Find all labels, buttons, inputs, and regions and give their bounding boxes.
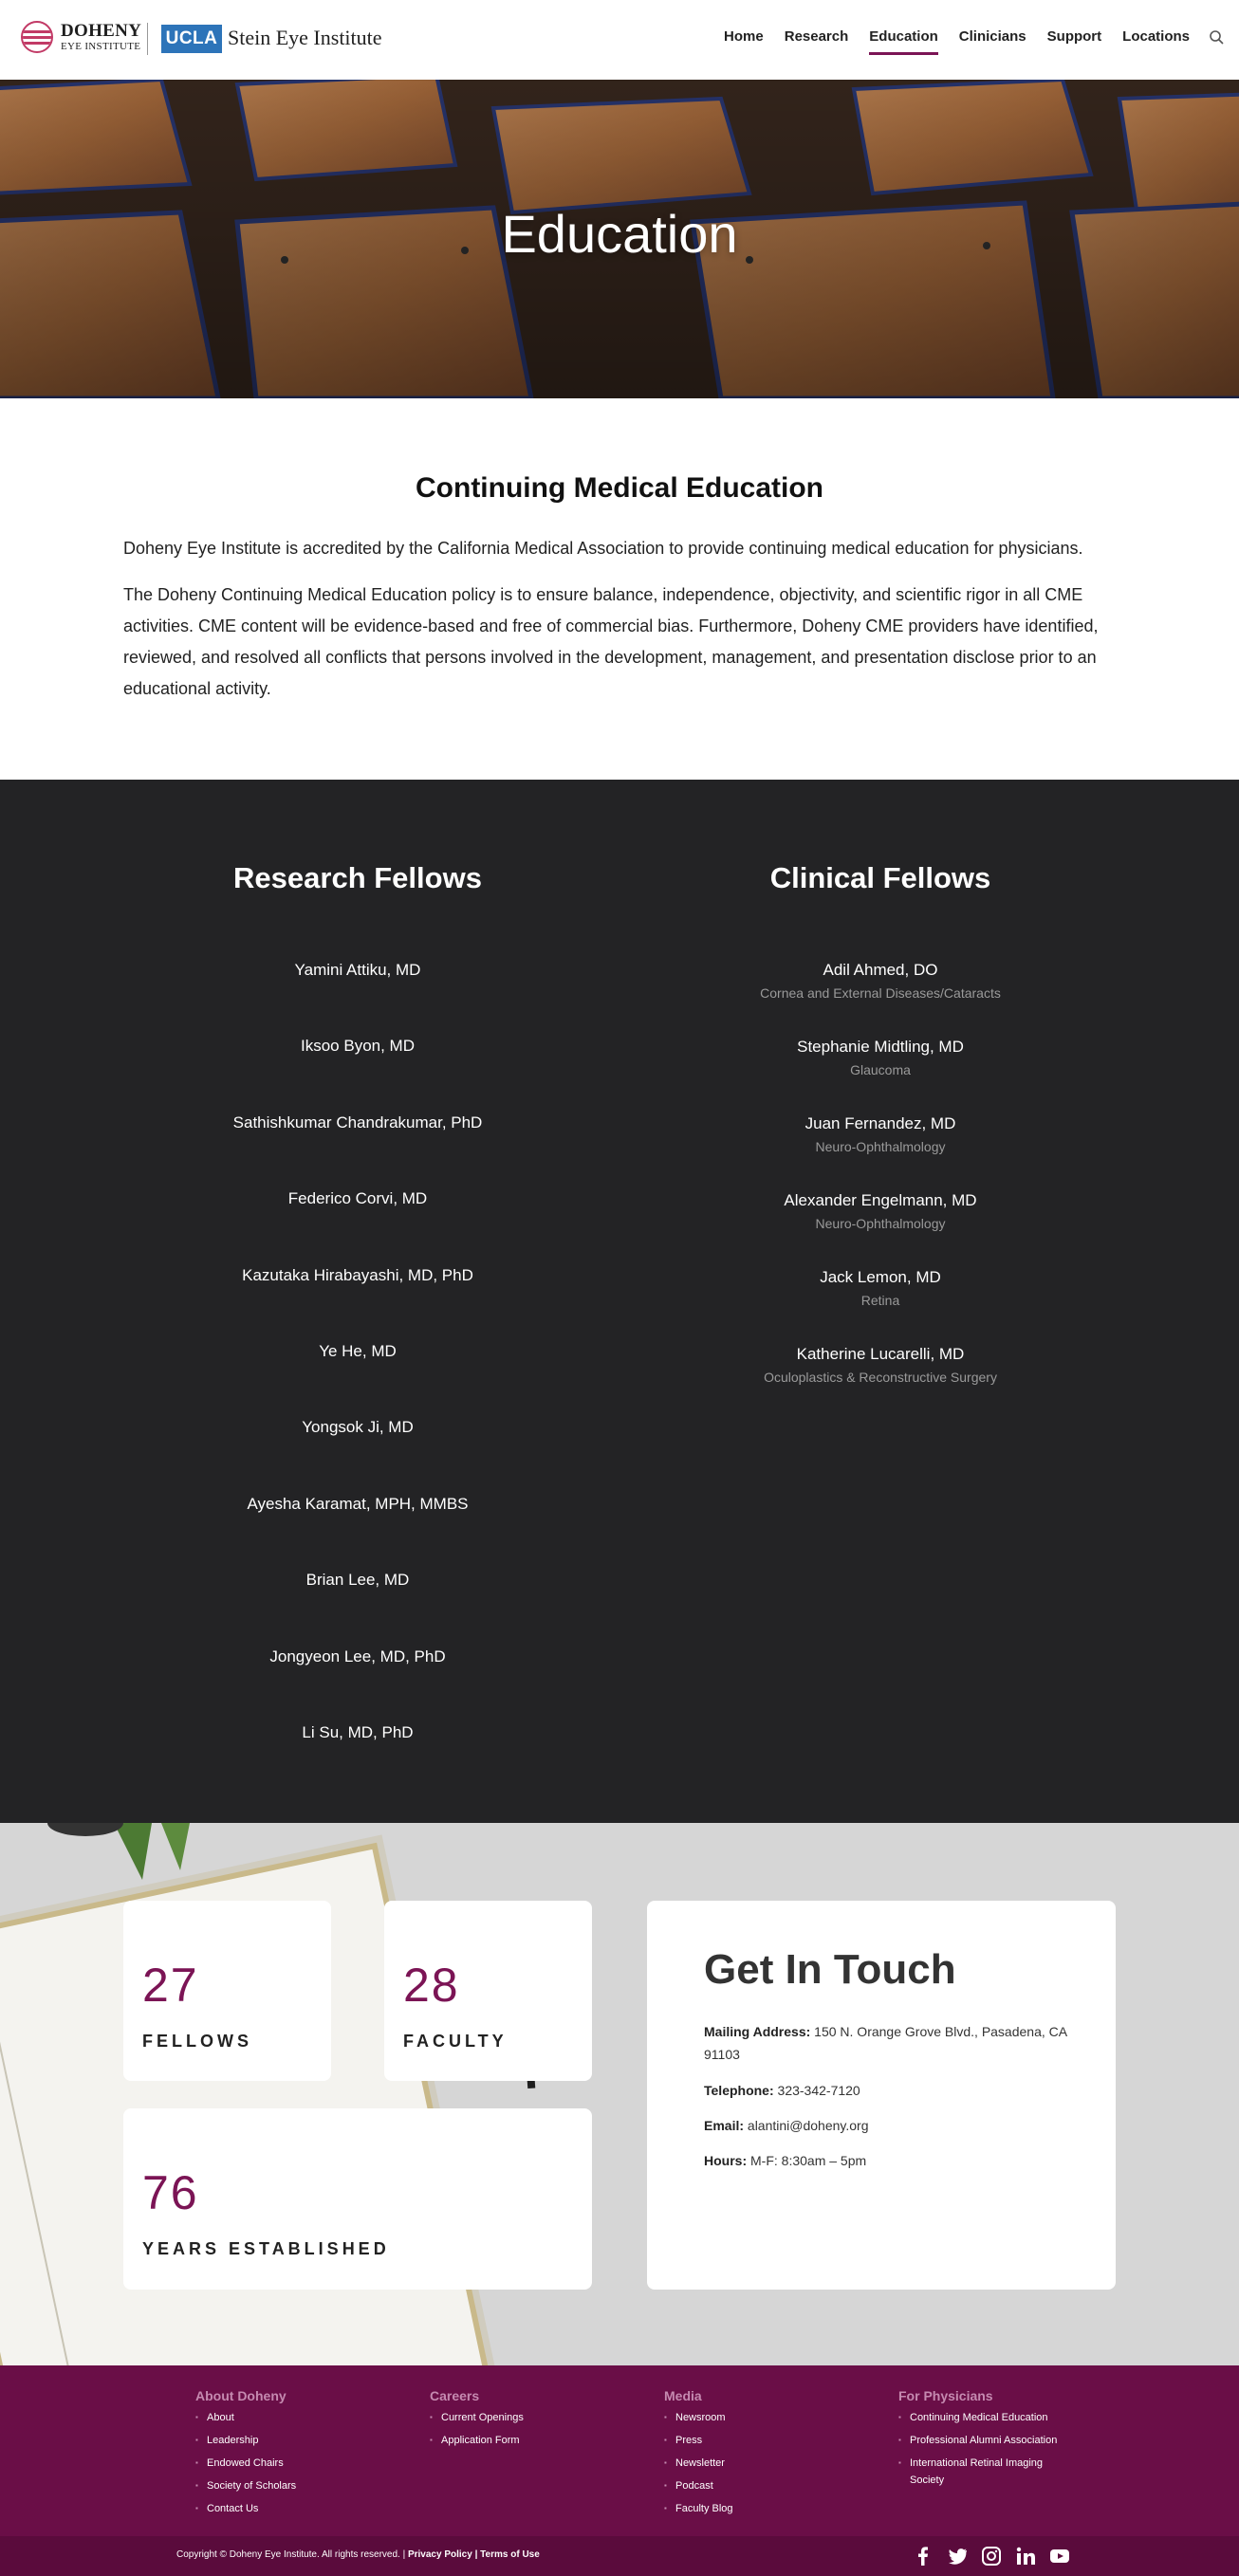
stat-card-fellows: 27 FELLOWS bbox=[123, 1901, 331, 2081]
fellows-section: Research Fellows Yamini Attiku, MD Iksoo… bbox=[0, 780, 1239, 1823]
clinical-fellow: Juan Fernandez, MD Neuro-Ophthalmology bbox=[804, 1114, 956, 1154]
clinical-fellow: Jack Lemon, MD Retina bbox=[820, 1268, 941, 1308]
stat-card-years: 76 YEARS ESTABLISHED bbox=[123, 2108, 592, 2290]
cme-section: Continuing Medical Education Doheny Eye … bbox=[0, 398, 1239, 780]
logo-line2: EYE INSTITUTE bbox=[61, 41, 141, 52]
site-header: DOHENY EYE INSTITUTE UCLA Stein Eye Inst… bbox=[0, 0, 1239, 80]
cme-paragraph-2: The Doheny Continuing Medical Education … bbox=[123, 585, 1099, 698]
research-fellow: Yamini Attiku, MD bbox=[294, 961, 421, 979]
ucla-logo[interactable]: UCLA bbox=[161, 25, 222, 53]
stat-card-faculty: 28 FACULTY bbox=[384, 1901, 592, 2081]
social-links bbox=[899, 2546, 1070, 2567]
logo-line1: DOHENY bbox=[61, 21, 142, 41]
research-fellow: Kazutaka Hirabayashi, MD, PhD bbox=[242, 1266, 473, 1284]
research-fellow: Ye He, MD bbox=[319, 1342, 397, 1360]
nav-locations[interactable]: Locations bbox=[1122, 28, 1190, 57]
footer-heading: Media bbox=[664, 2388, 702, 2403]
clinical-fellows-title: Clinical Fellows bbox=[769, 861, 991, 894]
footer-column-physicians: For Physicians Continuing Medical Educat… bbox=[898, 2388, 1060, 2489]
footer-link[interactable]: Contact Us bbox=[195, 2500, 385, 2517]
logo-divider bbox=[147, 23, 148, 55]
cme-paragraph-1: Doheny Eye Institute is accredited by th… bbox=[123, 539, 1083, 558]
footer-link[interactable]: Society of Scholars bbox=[195, 2477, 385, 2494]
footer-column-careers: Careers Current Openings Application For… bbox=[430, 2388, 620, 2449]
stat-faculty-number: 28 bbox=[403, 1959, 460, 2012]
youtube-icon[interactable] bbox=[1049, 2546, 1070, 2567]
stein-eye-logo-text[interactable]: Stein Eye Institute bbox=[228, 26, 382, 50]
clinical-fellow: Alexander Engelmann, MD Neuro-Ophthalmol… bbox=[784, 1191, 977, 1231]
footer-heading: For Physicians bbox=[898, 2388, 993, 2403]
stat-fellows-label: FELLOWS bbox=[142, 2032, 252, 2051]
footer-heading: About Doheny bbox=[195, 2388, 287, 2403]
footer-bottom-bar: Copyright © Doheny Eye Institute. All ri… bbox=[0, 2536, 1239, 2576]
research-fellow: Brian Lee, MD bbox=[305, 1571, 410, 1589]
privacy-policy-link[interactable]: Privacy Policy bbox=[408, 2549, 472, 2560]
nav-home[interactable]: Home bbox=[724, 28, 764, 57]
stats-contact-section: 27 FELLOWS 28 FACULTY 76 YEARS ESTABLISH… bbox=[0, 1823, 1239, 2365]
cme-title: Continuing Medical Education bbox=[416, 472, 823, 504]
mailing-address: Mailing Address: 150 N. Orange Grove Blv… bbox=[704, 2024, 1067, 2062]
footer-link[interactable]: Newsroom bbox=[664, 2409, 854, 2426]
terms-of-use-link[interactable]: Terms of Use bbox=[480, 2549, 540, 2560]
nav-support[interactable]: Support bbox=[1047, 28, 1102, 57]
facebook-icon[interactable] bbox=[913, 2546, 934, 2567]
nav-clinicians[interactable]: Clinicians bbox=[959, 28, 1026, 57]
footer-link[interactable]: Podcast bbox=[664, 2477, 854, 2494]
footer-link[interactable]: Application Form bbox=[430, 2432, 620, 2449]
doheny-logo-mark bbox=[21, 21, 53, 53]
stat-years-label: YEARS ESTABLISHED bbox=[142, 2239, 390, 2258]
footer-link[interactable]: Continuing Medical Education bbox=[898, 2409, 1060, 2426]
instagram-icon[interactable] bbox=[981, 2546, 1002, 2567]
footer-column-media: Media Newsroom Press Newsletter Podcast … bbox=[664, 2388, 854, 2517]
stat-years-number: 76 bbox=[142, 2166, 199, 2219]
email: Email: alantini@doheny.org bbox=[704, 2118, 869, 2133]
stat-fellows-number: 27 bbox=[142, 1959, 199, 2012]
linkedin-icon[interactable] bbox=[1015, 2546, 1036, 2567]
research-fellow: Ayesha Karamat, MPH, MMBS bbox=[247, 1495, 469, 1513]
footer-link[interactable]: International Retinal Imaging Society bbox=[898, 2455, 1060, 2489]
doheny-logo[interactable]: DOHENY EYE INSTITUTE bbox=[21, 21, 141, 53]
telephone: Telephone: 323-342-7120 bbox=[704, 2083, 860, 2098]
page-title: Education bbox=[501, 204, 738, 264]
footer-link[interactable]: Professional Alumni Association bbox=[898, 2432, 1060, 2449]
stat-faculty-label: FACULTY bbox=[403, 2032, 508, 2051]
clinical-fellow: Katherine Lucarelli, MD Oculoplastics & … bbox=[764, 1345, 997, 1385]
contact-card: Get In Touch Mailing Address: 150 N. Ora… bbox=[647, 1901, 1116, 2290]
footer-link[interactable]: Leadership bbox=[195, 2432, 385, 2449]
research-fellow: Federico Corvi, MD bbox=[287, 1189, 428, 1207]
copyright: Copyright © Doheny Eye Institute. All ri… bbox=[176, 2549, 540, 2560]
research-fellow: Li Su, MD, PhD bbox=[302, 1723, 414, 1741]
nav-education[interactable]: Education bbox=[869, 28, 938, 57]
twitter-icon[interactable] bbox=[947, 2546, 968, 2567]
footer-heading: Careers bbox=[430, 2388, 480, 2403]
footer-link[interactable]: Endowed Chairs bbox=[195, 2455, 385, 2472]
footer-link[interactable]: Faculty Blog bbox=[664, 2500, 854, 2517]
footer-column-about: About Doheny About Leadership Endowed Ch… bbox=[195, 2388, 385, 2517]
research-fellows-title: Research Fellows bbox=[233, 861, 482, 894]
research-fellow: Iksoo Byon, MD bbox=[301, 1037, 415, 1055]
hours: Hours: M-F: 8:30am – 5pm bbox=[704, 2153, 867, 2168]
research-fellow: Sathishkumar Chandrakumar, PhD bbox=[232, 1113, 483, 1132]
footer-link[interactable]: About bbox=[195, 2409, 385, 2426]
nav-research[interactable]: Research bbox=[785, 28, 849, 57]
clinical-fellow: Adil Ahmed, DO Cornea and External Disea… bbox=[760, 961, 1001, 1001]
research-fellow: Jongyeon Lee, MD, PhD bbox=[269, 1647, 446, 1665]
clinical-fellow: Stephanie Midtling, MD Glaucoma bbox=[797, 1038, 964, 1077]
hero-banner: Education bbox=[0, 80, 1239, 398]
search-icon[interactable] bbox=[1209, 29, 1224, 45]
footer-link[interactable]: Press bbox=[664, 2432, 854, 2449]
main-nav: Home Research Education Clinicians Suppo… bbox=[703, 28, 1190, 57]
footer-link[interactable]: Current Openings bbox=[430, 2409, 620, 2426]
site-footer: About Doheny About Leadership Endowed Ch… bbox=[0, 2365, 1239, 2536]
footer-link[interactable]: Newsletter bbox=[664, 2455, 854, 2472]
contact-title: Get In Touch bbox=[704, 1946, 956, 1993]
research-fellow: Yongsok Ji, MD bbox=[302, 1418, 414, 1436]
